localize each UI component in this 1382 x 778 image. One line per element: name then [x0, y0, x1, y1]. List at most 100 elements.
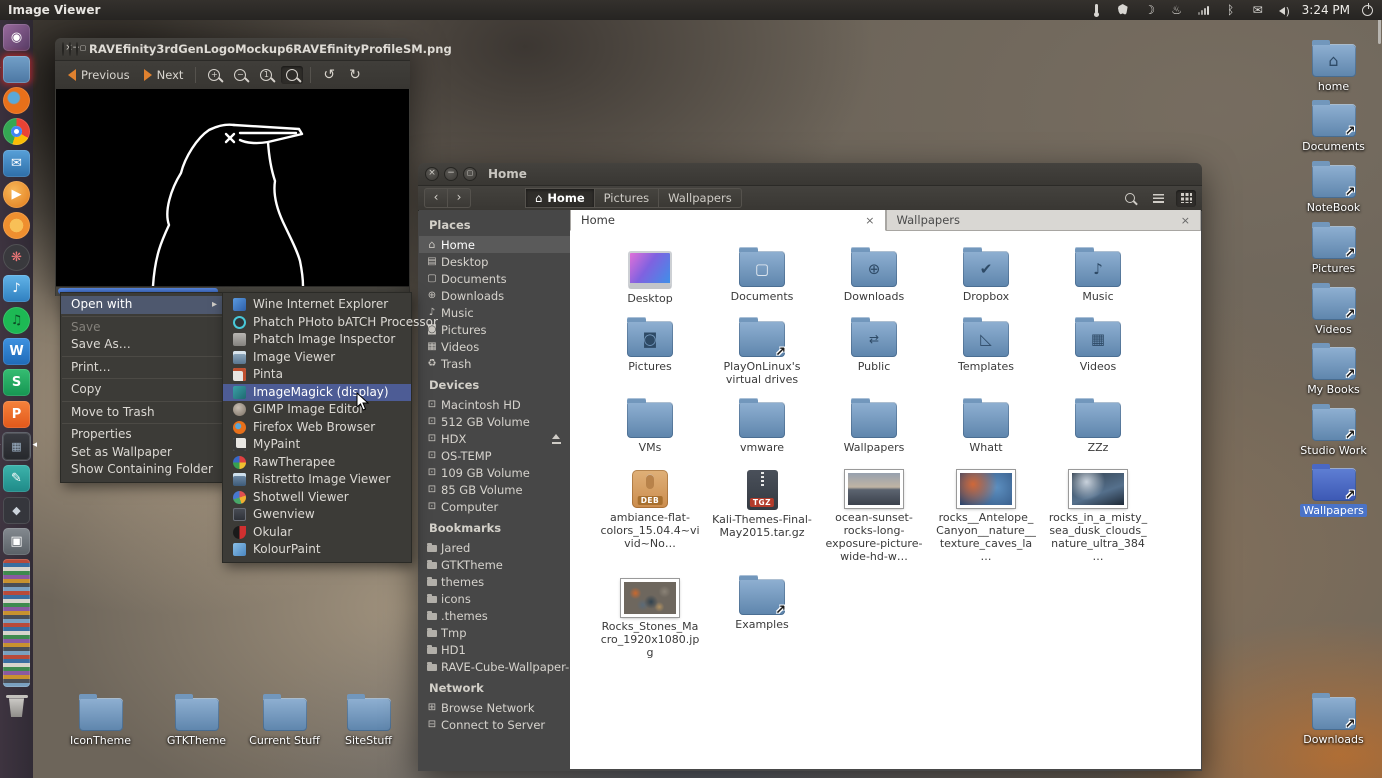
- sidebar-item[interactable]: Computer: [419, 498, 570, 515]
- desktop-icon[interactable]: Pictures: [1285, 226, 1382, 275]
- sidebar-item[interactable]: GTKTheme: [419, 556, 570, 573]
- sidebar-item[interactable]: Videos: [419, 338, 570, 355]
- dock-item[interactable]: [3, 87, 30, 114]
- file-item[interactable]: Rocks_Stones_Macro_1920x1080.jpg: [597, 575, 703, 659]
- dock-item[interactable]: W: [3, 338, 30, 365]
- open-with-menu-item[interactable]: Ristretto Image Viewer: [223, 471, 411, 489]
- open-with-menu-item[interactable]: RawTherapee: [223, 454, 411, 472]
- desktop-icon[interactable]: IconTheme: [52, 698, 149, 747]
- tab-close-icon[interactable]: ×: [865, 214, 874, 227]
- file-item[interactable]: Templates: [933, 317, 1039, 386]
- rotate-left-button[interactable]: ↺: [318, 65, 340, 85]
- desktop-icon[interactable]: Videos: [1285, 287, 1382, 336]
- file-item[interactable]: rocks_in_a_misty_sea_dusk_clouds_nature_…: [1045, 466, 1151, 563]
- open-with-menu-item[interactable]: MyPaint: [223, 436, 411, 454]
- file-item[interactable]: Public: [821, 317, 927, 386]
- dock-item[interactable]: [3, 118, 30, 145]
- sidebar-item[interactable]: OS-TEMP: [419, 447, 570, 464]
- sidebar-item[interactable]: HDX: [419, 430, 570, 447]
- context-menu-item[interactable]: Print…: [61, 359, 223, 377]
- breadcrumb-button[interactable]: Wallpapers: [659, 188, 742, 208]
- sidebar-item[interactable]: Browse Network: [419, 699, 570, 716]
- tray-icon[interactable]: ♨: [1170, 0, 1184, 20]
- dock-item[interactable]: ♪: [3, 275, 30, 302]
- breadcrumb-button[interactable]: Home: [525, 188, 595, 208]
- file-item[interactable]: Music: [1045, 247, 1151, 305]
- desktop-icon[interactable]: Current Stuff: [236, 698, 333, 747]
- desktop-icon[interactable]: Studio Work: [1285, 408, 1382, 457]
- desktop-icon[interactable]: home: [1285, 44, 1382, 93]
- file-item[interactable]: PlayOnLinux's virtual drives: [709, 317, 815, 386]
- viewer-titlebar[interactable]: RAVEfinity3rdGenLogoMockup6RAVEfinityPro…: [55, 38, 410, 61]
- dock-item[interactable]: [3, 56, 30, 83]
- file-item[interactable]: Videos: [1045, 317, 1151, 386]
- desktop-icon[interactable]: GTKTheme: [148, 698, 245, 747]
- open-with-menu-item[interactable]: Phatch PHoto bATCH Processor: [223, 314, 411, 332]
- sidebar-item[interactable]: RAVE-Cube-Wallpaper-…: [419, 658, 570, 675]
- desktop-icon[interactable]: NoteBook: [1285, 165, 1382, 214]
- fm-titlebar[interactable]: Home: [418, 163, 1202, 186]
- file-item[interactable]: Pictures: [597, 317, 703, 386]
- trash-icon[interactable]: [6, 693, 28, 717]
- grid-view-icon[interactable]: [1176, 190, 1196, 207]
- search-icon[interactable]: [1120, 190, 1140, 207]
- dock-item[interactable]: [3, 212, 30, 239]
- context-menu-item[interactable]: Show Containing Folder: [61, 461, 223, 479]
- file-item[interactable]: Desktop: [597, 247, 703, 305]
- back-button[interactable]: ‹: [424, 188, 448, 208]
- open-with-menu-item[interactable]: Pinta: [223, 366, 411, 384]
- previous-button[interactable]: Previous: [63, 65, 135, 85]
- context-menu-item[interactable]: Save As…: [61, 336, 223, 354]
- dock-item[interactable]: S: [3, 369, 30, 396]
- tab-close-icon[interactable]: ×: [1181, 214, 1190, 227]
- context-menu-item[interactable]: Properties: [61, 426, 223, 444]
- desktop-icon[interactable]: Documents: [1285, 104, 1382, 153]
- tray-icon[interactable]: [1089, 0, 1103, 20]
- context-menu-item[interactable]: Save: [61, 319, 223, 337]
- file-item[interactable]: Whatt: [933, 398, 1039, 454]
- dock-item[interactable]: ✉: [3, 150, 30, 177]
- tray-icon[interactable]: [1278, 0, 1292, 20]
- zoom-normal-button[interactable]: 1: [255, 66, 277, 84]
- folder-tab[interactable]: Wallpapers ×: [886, 210, 1202, 231]
- power-icon[interactable]: [1360, 0, 1374, 20]
- tray-icon[interactable]: [1116, 0, 1130, 20]
- open-with-menu-item[interactable]: Shotwell Viewer: [223, 489, 411, 507]
- file-item[interactable]: TGZ Kali-Themes-Final-May2015.tar.gz: [709, 466, 815, 563]
- forward-button[interactable]: ›: [448, 188, 471, 208]
- dock-item[interactable]: ▣: [3, 528, 30, 555]
- file-item[interactable]: Wallpapers: [821, 398, 927, 454]
- minimize-icon[interactable]: [69, 42, 71, 56]
- sidebar-item[interactable]: Documents: [419, 270, 570, 287]
- desktop-icon[interactable]: SiteStuff: [320, 698, 417, 747]
- dock-overflow-stack[interactable]: [3, 559, 30, 687]
- open-with-menu-item[interactable]: Okular: [223, 524, 411, 542]
- dock-item[interactable]: ❋: [3, 244, 30, 271]
- open-with-menu-item[interactable]: Gwenview: [223, 506, 411, 524]
- sidebar-item[interactable]: Home: [419, 236, 570, 253]
- file-item[interactable]: Downloads: [821, 247, 927, 305]
- file-item[interactable]: DEB ambiance-flat-colors_15.04.4~vivid~N…: [597, 466, 703, 563]
- file-item[interactable]: Examples: [709, 575, 815, 659]
- sidebar-item[interactable]: themes: [419, 573, 570, 590]
- close-icon[interactable]: [62, 42, 64, 56]
- file-item[interactable]: vmware: [709, 398, 815, 454]
- dock-item[interactable]: ♫: [3, 307, 30, 334]
- list-view-icon[interactable]: [1148, 190, 1168, 207]
- sidebar-item[interactable]: 109 GB Volume: [419, 464, 570, 481]
- sidebar-item[interactable]: Music: [419, 304, 570, 321]
- breadcrumb-button[interactable]: Pictures: [595, 188, 660, 208]
- minimize-icon[interactable]: [444, 167, 458, 181]
- file-item[interactable]: ocean-sunset-rocks-long-exposure-picture…: [821, 466, 927, 563]
- dock-item[interactable]: ◆: [3, 497, 30, 524]
- zoom-fit-button[interactable]: [281, 66, 303, 84]
- context-menu-item[interactable]: Move to Trash: [61, 404, 223, 422]
- zoom-in-button[interactable]: +: [203, 66, 225, 84]
- file-item[interactable]: ZZz: [1045, 398, 1151, 454]
- rotate-right-button[interactable]: ↻: [344, 65, 366, 85]
- folder-tab[interactable]: Home ×: [570, 210, 886, 231]
- next-button[interactable]: Next: [139, 65, 189, 85]
- sidebar-item[interactable]: Downloads: [419, 287, 570, 304]
- context-menu-item[interactable]: Open with: [61, 296, 223, 314]
- tray-icon[interactable]: [1197, 0, 1211, 20]
